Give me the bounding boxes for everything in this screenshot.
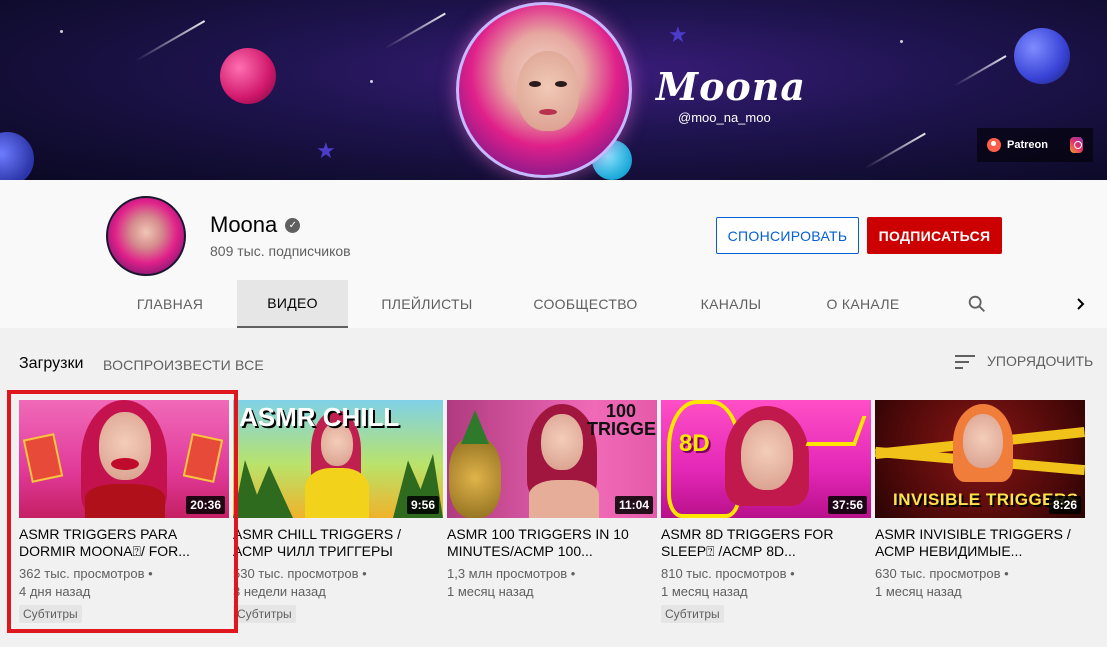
video-duration: 9:56 <box>406 496 439 514</box>
banner-handle: @moo_na_moo <box>678 110 771 125</box>
portrait-lips <box>539 109 557 115</box>
channel-tabs: ГЛАВНАЯ ВИДЕО ПЛЕЙЛИСТЫ СООБЩЕСТВО КАНАЛ… <box>0 280 1107 328</box>
patreon-link[interactable]: Patreon <box>987 138 1048 152</box>
channel-name: Moona <box>210 212 278 237</box>
sponsor-button[interactable]: СПОНСИРОВАТЬ <box>716 217 859 254</box>
video-thumbnail[interactable]: INVISIBLE TRIGGERS 8:26 <box>875 400 1085 518</box>
subscribe-button[interactable]: ПОДПИСАТЬСЯ <box>867 217 1002 254</box>
banner-dot <box>370 80 373 83</box>
tab-playlists[interactable]: ПЛЕЙЛИСТЫ <box>366 280 488 328</box>
subscriber-count: 809 тыс. подписчиков <box>210 243 351 259</box>
subtitles-badge: Субтитры <box>19 605 82 623</box>
banner-planet-pink <box>220 48 276 104</box>
video-thumbnail[interactable]: 20:36 <box>19 400 229 518</box>
portrait-eye <box>555 81 567 87</box>
channel-header: Moona ✓ 809 тыс. подписчиков СПОНСИРОВАТ… <box>0 180 1107 328</box>
portrait-eye <box>529 81 541 87</box>
banner-links: Patreon <box>977 128 1093 162</box>
banner-dot <box>60 30 63 33</box>
video-title[interactable]: ASMR 8D TRIGGERS FOR SLEEP⍰ /АСМР 8D... <box>661 526 871 560</box>
banner-streak <box>953 55 1007 87</box>
video-age: 3 недели назад <box>233 584 326 599</box>
banner-streak <box>384 12 446 50</box>
banner-brand-name: Moona <box>656 64 807 109</box>
tab-community[interactable]: СООБЩЕСТВО <box>520 280 651 328</box>
video-views: 362 тыс. просмотров • <box>19 566 153 581</box>
thumbnail-caption: ASMR CHILL <box>239 402 400 432</box>
banner-planet-small <box>0 132 34 180</box>
banner-star: ★ <box>668 22 688 47</box>
video-duration: 11:04 <box>614 496 653 514</box>
banner-streak <box>864 132 926 170</box>
tab-about[interactable]: О КАНАЛЕ <box>812 280 914 328</box>
video-thumbnail[interactable]: ASMR CHILL 9:56 <box>233 400 443 518</box>
patreon-icon <box>987 138 1001 152</box>
search-icon[interactable] <box>966 293 988 315</box>
video-card[interactable]: 100 TRIGGERS 11:04 ASMR 100 TRIGGERS IN … <box>447 400 657 601</box>
thumbnail-caption: 100 TRIGGERS <box>587 401 657 439</box>
video-duration: 8:26 <box>1048 496 1081 514</box>
video-duration: 20:36 <box>186 496 225 514</box>
channel-name-row: Moona ✓ <box>210 212 301 238</box>
video-age: 4 дня назад <box>19 584 91 599</box>
chevron-right-icon[interactable] <box>1072 293 1090 315</box>
banner-handle-text: @moo_na_moo <box>678 110 771 125</box>
banner-dot <box>900 40 903 43</box>
video-card[interactable]: 8D 37:56 ASMR 8D TRIGGERS FOR SLEEP⍰ /АС… <box>661 400 871 623</box>
banner-star: ★ <box>316 138 336 163</box>
channel-banner: ★ ★ Moona @moo_na_moo Patreon <box>0 0 1107 180</box>
video-age: 1 месяц назад <box>447 584 534 599</box>
video-title[interactable]: ASMR CHILL TRIGGERS / АСМР ЧИЛЛ ТРИГГЕРЫ <box>233 526 443 560</box>
verified-icon: ✓ <box>285 217 301 233</box>
video-views: 1,3 млн просмотров • <box>447 566 576 581</box>
video-thumbnail[interactable]: 100 TRIGGERS 11:04 <box>447 400 657 518</box>
thumbnail-caption: 8D <box>679 430 710 457</box>
play-all-button[interactable]: ВОСПРОИЗВЕСТИ ВСЕ <box>103 357 264 373</box>
sort-label: УПОРЯДОЧИТЬ <box>987 353 1094 369</box>
video-thumbnail[interactable]: 8D 37:56 <box>661 400 871 518</box>
video-title[interactable]: ASMR TRIGGERS PARA DORMIR MOONA⍰/ FOR... <box>19 526 229 560</box>
banner-planet-blue <box>1014 28 1070 84</box>
banner-portrait <box>456 2 632 178</box>
video-age: 1 месяц назад <box>875 584 962 599</box>
video-views: 630 тыс. просмотров • <box>875 566 1009 581</box>
sort-button[interactable]: УПОРЯДОЧИТЬ <box>955 352 1093 370</box>
tab-home[interactable]: ГЛАВНАЯ <box>120 280 220 328</box>
video-card[interactable]: INVISIBLE TRIGGERS 8:26 ASMR INVISIBLE T… <box>875 400 1085 601</box>
video-duration: 37:56 <box>828 496 867 514</box>
instagram-icon[interactable] <box>1069 137 1083 153</box>
channel-avatar[interactable] <box>106 196 186 276</box>
video-title[interactable]: ASMR INVISIBLE TRIGGERS / АСМР НЕВИДИМЫЕ… <box>875 526 1085 560</box>
video-views: 810 тыс. просмотров • <box>661 566 795 581</box>
sort-icon <box>955 352 975 370</box>
banner-streak <box>134 20 206 62</box>
video-views: 530 тыс. просмотров • <box>233 566 367 581</box>
tab-videos[interactable]: ВИДЕО <box>237 280 348 328</box>
video-age: 1 месяц назад <box>661 584 748 599</box>
subtitles-badge: Субтитры <box>661 605 724 623</box>
video-title[interactable]: ASMR 100 TRIGGERS IN 10 MINUTES/АСМР 100… <box>447 526 657 560</box>
video-card[interactable]: 20:36 ASMR TRIGGERS PARA DORMIR MOONA⍰/ … <box>19 400 229 623</box>
banner-portrait-face <box>517 51 579 131</box>
subtitles-badge: Субтитры <box>233 605 296 623</box>
tab-channels[interactable]: КАНАЛЫ <box>686 280 776 328</box>
video-card[interactable]: ASMR CHILL 9:56 ASMR CHILL TRIGGERS / АС… <box>233 400 443 623</box>
patreon-label: Patreon <box>1007 139 1048 151</box>
uploads-title: Загрузки <box>19 355 84 372</box>
